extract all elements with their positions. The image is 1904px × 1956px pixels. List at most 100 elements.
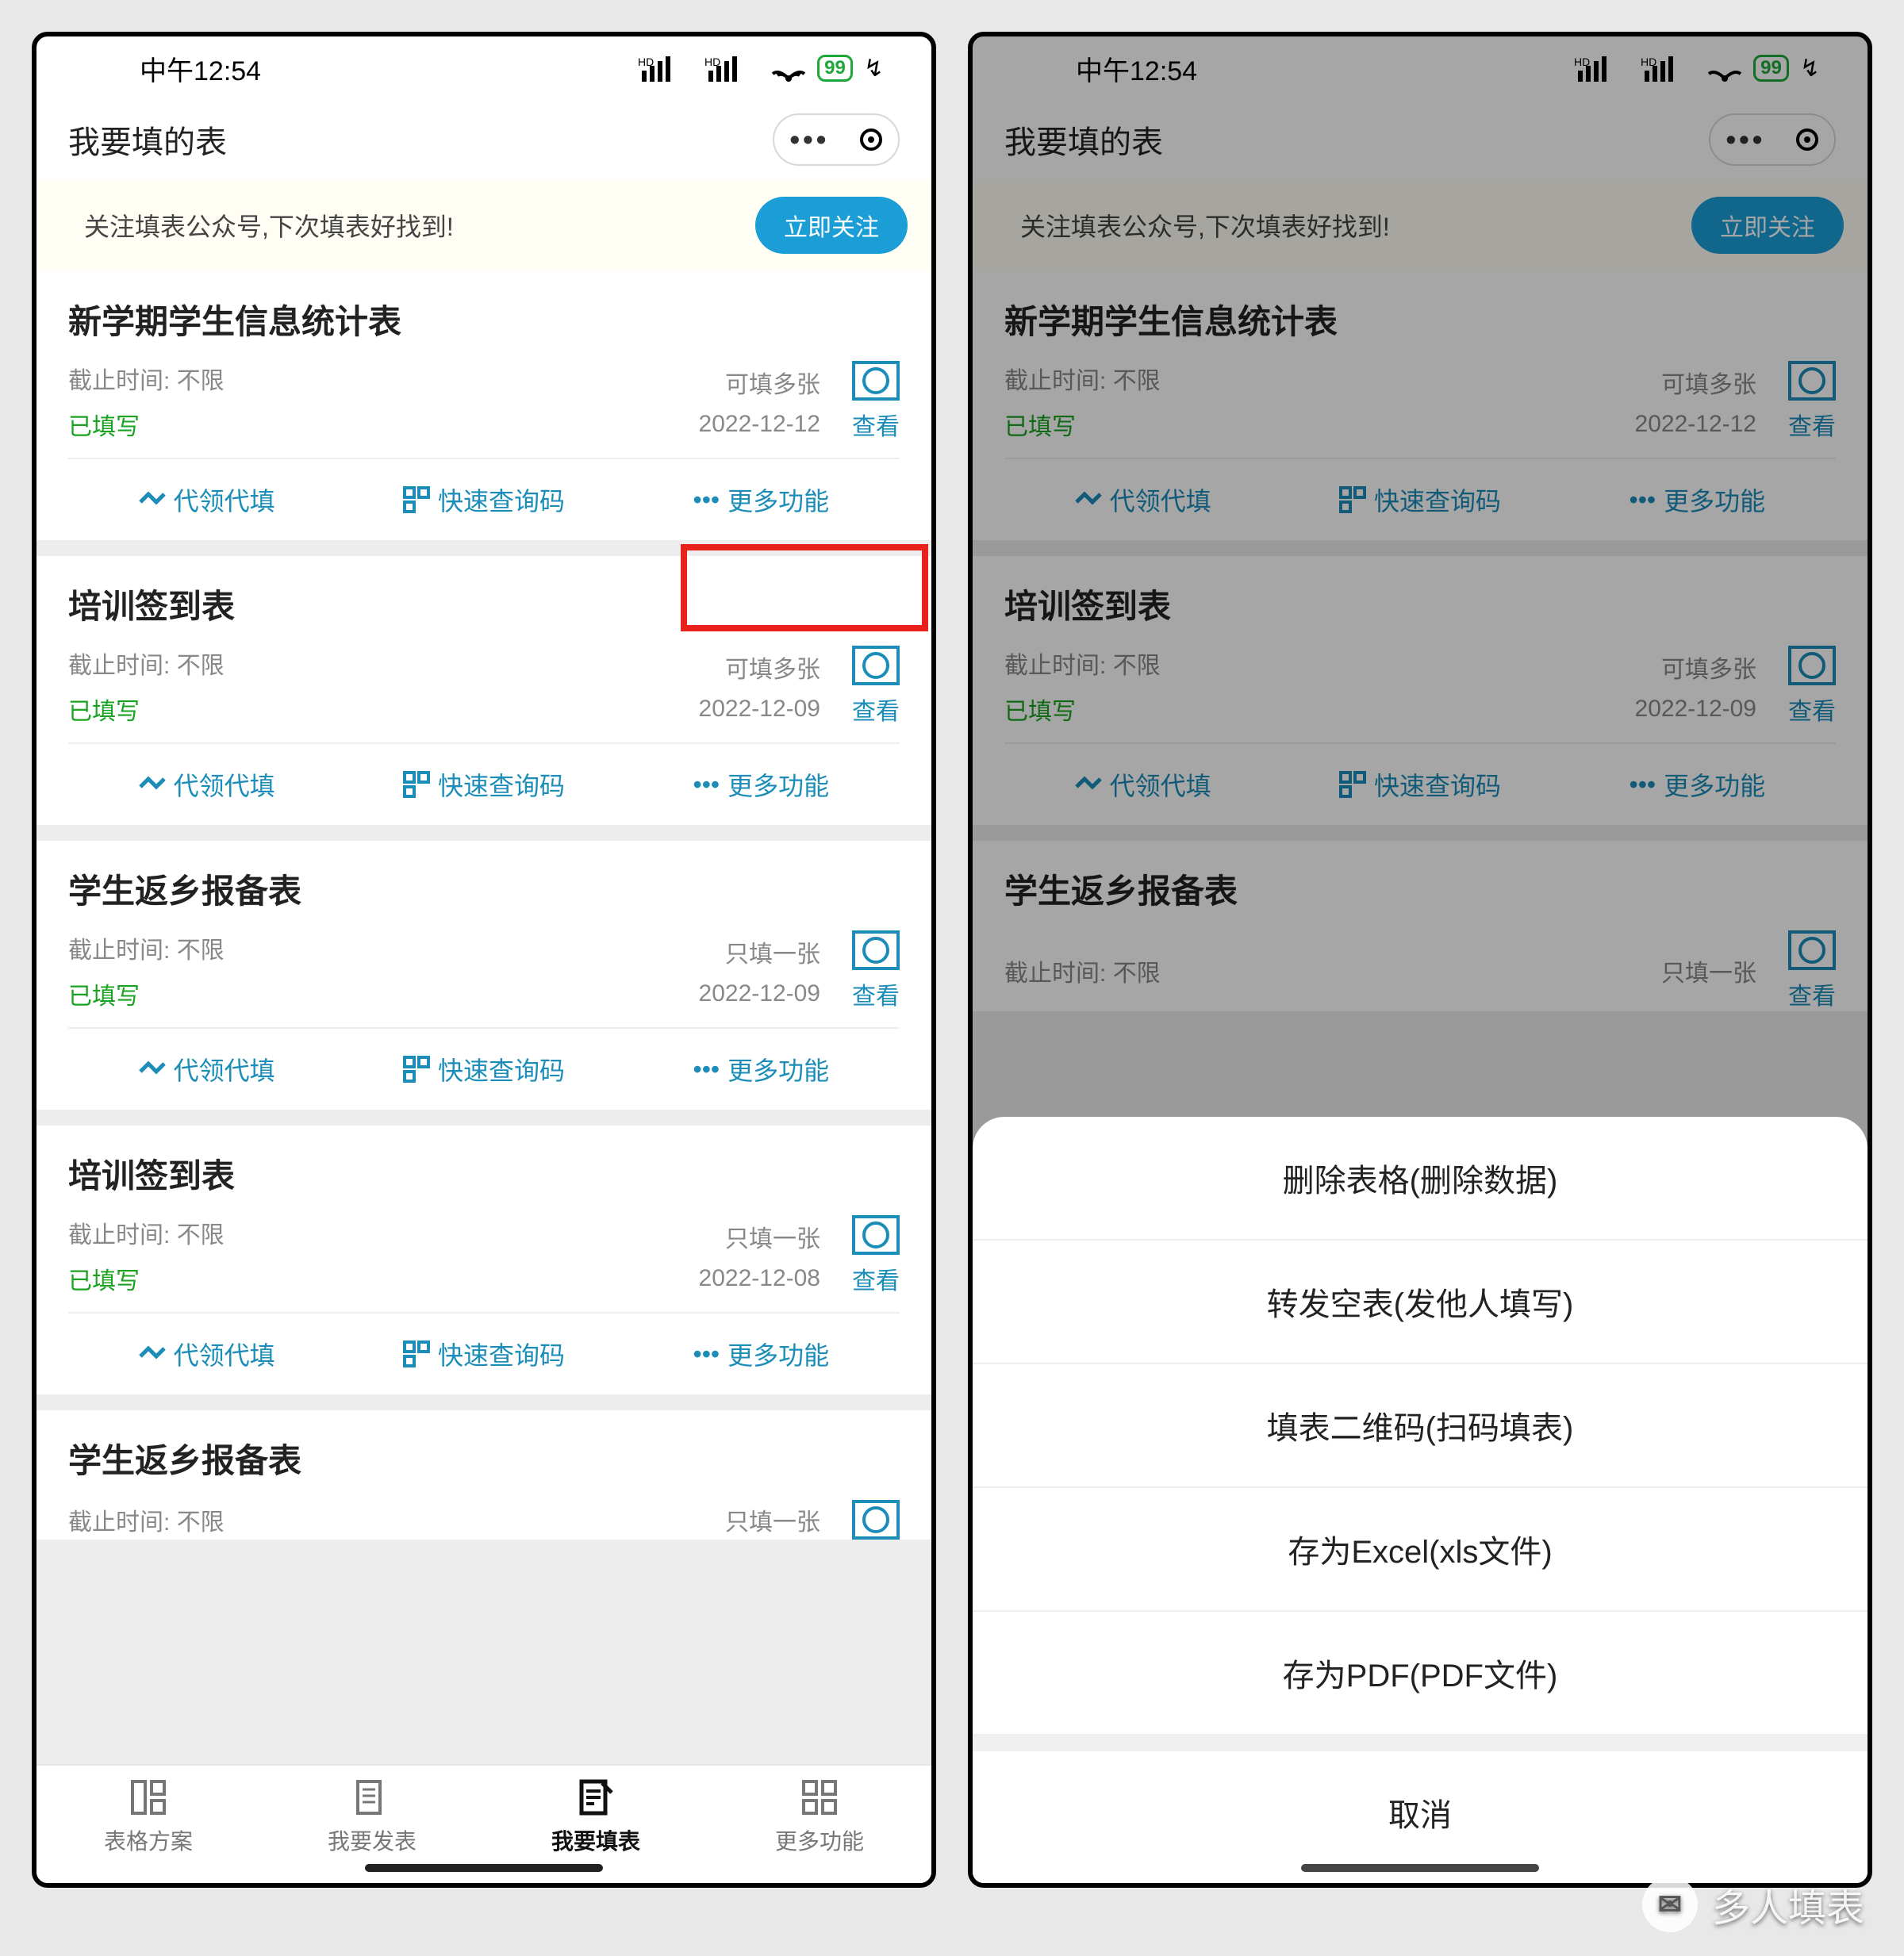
eye-icon xyxy=(1788,930,1836,970)
query-code-button[interactable]: 快速查询码 xyxy=(345,1029,622,1110)
qrcode-icon xyxy=(403,771,430,798)
form-date: 2022-12-09 xyxy=(699,696,820,723)
form-card[interactable]: 学生返乡报备表 截止时间: 不限 已填写 只填一张 2022-12-09 查看 … xyxy=(36,841,931,1110)
more-actions-button[interactable]: •••更多功能 xyxy=(623,744,900,825)
view-button[interactable]: 查看 xyxy=(852,361,900,442)
proxy-fill-button[interactable]: 代领代填 xyxy=(68,1029,345,1110)
query-code-button[interactable]: 快速查询码 xyxy=(1281,744,1558,825)
home-indicator[interactable] xyxy=(365,1864,603,1872)
form-title: 学生返乡报备表 xyxy=(1004,865,1836,913)
miniprogram-capsule[interactable]: ••• xyxy=(1709,113,1836,166)
proxy-fill-button[interactable]: 代领代填 xyxy=(1004,744,1281,825)
query-code-button[interactable]: 快速查询码 xyxy=(345,459,622,540)
deadline-row: 截止时间: 不限 xyxy=(68,930,444,965)
handshake-icon xyxy=(139,1340,166,1367)
fill-form-icon xyxy=(575,1777,616,1818)
status-icons: HD HD 99 ↯ xyxy=(638,55,884,82)
fill-status: 已填写 xyxy=(68,692,444,727)
fill-limit: 只填一张 xyxy=(725,1219,820,1254)
handshake-icon xyxy=(1075,771,1102,798)
form-card[interactable]: 培训签到表 截止时间: 不限 已填写 可填多张 2022-12-09 查看 代领… xyxy=(36,556,931,825)
handshake-icon xyxy=(139,1056,166,1083)
grid-icon xyxy=(799,1777,840,1818)
dots-icon: ••• xyxy=(1630,770,1656,800)
template-icon xyxy=(128,1777,169,1818)
form-title: 学生返乡报备表 xyxy=(68,1434,900,1482)
query-code-button[interactable]: 快速查询码 xyxy=(345,744,622,825)
charging-icon: ↯ xyxy=(1800,55,1820,82)
form-title: 新学期学生信息统计表 xyxy=(1004,295,1836,343)
form-card[interactable]: 学生返乡报备表 截止时间: 不限 只填一张 xyxy=(36,1410,931,1540)
sheet-qrcode-button[interactable]: 填表二维码(扫码填表) xyxy=(973,1364,1868,1488)
view-button[interactable]: 查看 xyxy=(1788,930,1836,1011)
qrcode-icon xyxy=(1339,771,1366,798)
wifi-icon xyxy=(1707,55,1742,82)
handshake-icon xyxy=(139,771,166,798)
status-icons: HD HD 99 ↯ xyxy=(1574,55,1820,82)
follow-button[interactable]: 立即关注 xyxy=(755,197,908,254)
query-code-button[interactable]: 快速查询码 xyxy=(1281,459,1558,540)
follow-banner: 关注填表公众号,下次填表好找到! 立即关注 xyxy=(36,179,931,271)
form-card[interactable]: 培训签到表 截止时间: 不限 已填写 只填一张 2022-12-08 查看 代领… xyxy=(36,1126,931,1394)
form-title: 培训签到表 xyxy=(1004,580,1836,628)
more-actions-button[interactable]: •••更多功能 xyxy=(623,1314,900,1394)
form-title: 培训签到表 xyxy=(68,1149,900,1198)
handshake-icon xyxy=(1075,486,1102,513)
status-time: 中午12:54 xyxy=(140,49,261,88)
view-button[interactable]: 查看 xyxy=(852,930,900,1011)
sheet-forward-button[interactable]: 转发空表(发他人填写) xyxy=(973,1241,1868,1364)
view-button[interactable] xyxy=(852,1500,900,1540)
qrcode-icon xyxy=(1339,486,1366,513)
signal-hd-icon: HD xyxy=(1574,55,1630,82)
form-card[interactable]: 新学期学生信息统计表 截止时间: 不限 已填写 可填多张 2022-12-12 … xyxy=(36,271,931,540)
proxy-fill-button[interactable]: 代领代填 xyxy=(1004,459,1281,540)
more-actions-button[interactable]: •••更多功能 xyxy=(623,459,900,540)
capsule-close-icon[interactable] xyxy=(860,128,882,151)
capsule-close-icon[interactable] xyxy=(1796,128,1818,151)
page-title: 我要填的表 xyxy=(68,117,227,163)
fill-status: 已填写 xyxy=(68,1261,444,1296)
fill-limit: 可填多张 xyxy=(725,365,820,400)
page-header: 我要填的表 ••• xyxy=(36,100,931,179)
deadline-row: 截止时间: 不限 xyxy=(68,646,444,681)
capsule-menu-icon[interactable]: ••• xyxy=(790,123,830,156)
form-card[interactable]: 培训签到表 截止时间: 不限已填写 可填多张2022-12-09 查看 代领代填… xyxy=(973,556,1868,825)
dots-icon: ••• xyxy=(693,1055,720,1084)
dots-icon: ••• xyxy=(693,485,720,515)
banner-text: 关注填表公众号,下次填表好找到! xyxy=(1020,207,1390,244)
watermark: ✉ 多人填表 xyxy=(1642,1877,1864,1932)
nav-template[interactable]: 表格方案 xyxy=(36,1777,260,1883)
miniprogram-capsule[interactable]: ••• xyxy=(773,113,900,166)
view-button[interactable]: 查看 xyxy=(852,1215,900,1296)
more-actions-button[interactable]: •••更多功能 xyxy=(623,1029,900,1110)
follow-button[interactable]: 立即关注 xyxy=(1691,197,1844,254)
nav-more[interactable]: 更多功能 xyxy=(708,1777,931,1883)
home-indicator[interactable] xyxy=(1301,1864,1539,1872)
form-title: 培训签到表 xyxy=(68,580,900,628)
form-card[interactable]: 新学期学生信息统计表 截止时间: 不限已填写 可填多张2022-12-12 查看… xyxy=(973,271,1868,540)
proxy-fill-button[interactable]: 代领代填 xyxy=(68,1314,345,1394)
proxy-fill-button[interactable]: 代领代填 xyxy=(68,744,345,825)
eye-icon xyxy=(852,646,900,685)
more-actions-button[interactable]: •••更多功能 xyxy=(1559,459,1836,540)
sheet-delete-button[interactable]: 删除表格(删除数据) xyxy=(973,1117,1868,1241)
action-sheet: 删除表格(删除数据) 转发空表(发他人填写) 填表二维码(扫码填表) 存为Exc… xyxy=(973,1117,1868,1883)
view-button[interactable]: 查看 xyxy=(852,646,900,727)
publish-icon xyxy=(351,1777,393,1818)
sheet-save-pdf-button[interactable]: 存为PDF(PDF文件) xyxy=(973,1612,1868,1735)
view-button[interactable]: 查看 xyxy=(1788,361,1836,442)
sheet-divider xyxy=(973,1735,1868,1751)
charging-icon: ↯ xyxy=(864,55,884,82)
proxy-fill-button[interactable]: 代领代填 xyxy=(68,459,345,540)
more-actions-button[interactable]: •••更多功能 xyxy=(1559,744,1836,825)
view-button[interactable]: 查看 xyxy=(1788,646,1836,727)
form-card[interactable]: 学生返乡报备表 截止时间: 不限 只填一张 查看 xyxy=(973,841,1868,1011)
eye-icon xyxy=(852,930,900,970)
form-title: 新学期学生信息统计表 xyxy=(68,295,900,343)
page-header: 我要填的表 ••• xyxy=(973,100,1868,179)
phone-left: 中午12:54 HD HD 99 ↯ 我要填的表 ••• 关注填表公众号,下次填… xyxy=(32,32,936,1888)
sheet-save-excel-button[interactable]: 存为Excel(xls文件) xyxy=(973,1488,1868,1612)
capsule-menu-icon[interactable]: ••• xyxy=(1726,123,1766,156)
query-code-button[interactable]: 快速查询码 xyxy=(345,1314,622,1394)
eye-icon xyxy=(1788,646,1836,685)
